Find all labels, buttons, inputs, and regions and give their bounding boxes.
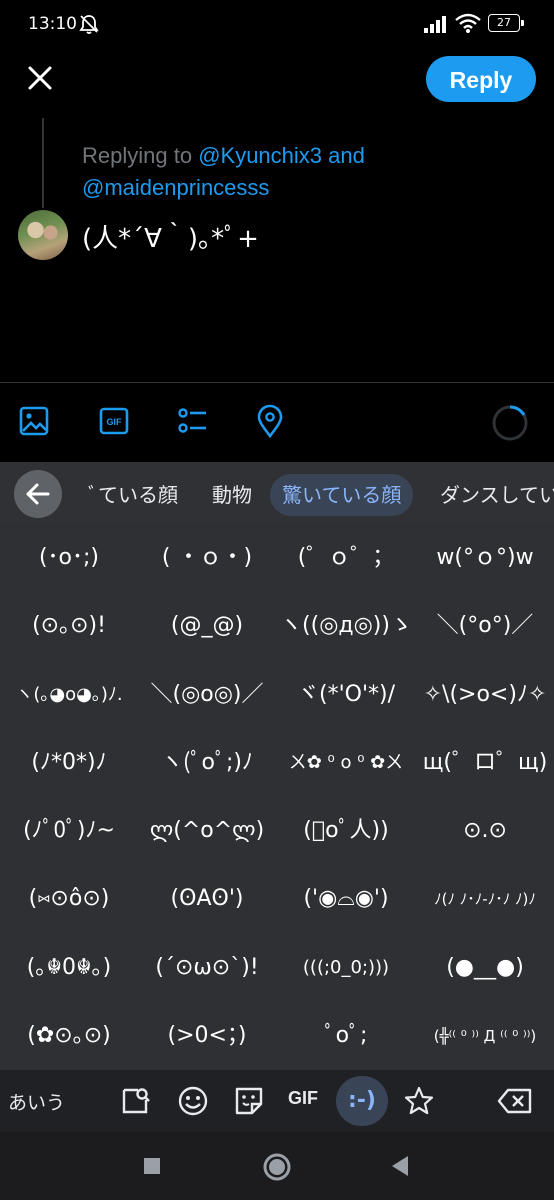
back-nav-icon[interactable] [390, 1154, 410, 1178]
kana-switch-key[interactable]: あいう [8, 1088, 65, 1115]
kaomoji-key[interactable]: (･o･;) [0, 524, 138, 592]
image-icon[interactable] [18, 404, 50, 438]
avatar [18, 210, 68, 260]
kaomoji-key[interactable]: (｡☬0☬｡) [0, 934, 138, 1002]
kaomoji-key[interactable]: (@_@) [138, 592, 276, 660]
kaomoji-key[interactable]: (ﾟoﾟ人)) [277, 797, 415, 865]
kaomoji-key[interactable]: w(°ｏ°)w [416, 524, 554, 592]
svg-text:GIF: GIF [107, 417, 123, 427]
category-tab[interactable]: 動物 [212, 474, 252, 516]
emoticon-key-active[interactable]: :-) [336, 1076, 388, 1126]
kaomoji-key[interactable]: ( ・ｏ・) [138, 524, 276, 592]
signal-icon [424, 16, 446, 33]
kaomoji-key[interactable]: ヽ(｡◕o◕｡)ﾉ. [0, 661, 138, 729]
mention-link[interactable]: @Kyunchix3 [198, 143, 322, 168]
kaomoji-key[interactable]: ヾ(*'O'*)/ [277, 661, 415, 729]
thread-line [42, 118, 44, 208]
home-icon[interactable] [262, 1152, 292, 1182]
mute-icon [79, 15, 99, 34]
category-tab[interactable]: ﾞている顔 [88, 474, 178, 516]
kaomoji-key[interactable]: ✧\(>o<)ﾉ✧ [416, 661, 554, 729]
kaomoji-key[interactable]: ＼(°o°)／ [416, 592, 554, 660]
kaomoji-key[interactable]: ﾟoﾟ; [277, 1002, 415, 1070]
emoji-icon[interactable] [176, 1084, 210, 1118]
kaomoji-key[interactable]: (╬⁽⁽ ⁰ ⁾⁾ Д ⁽⁽ ⁰ ⁾⁾) [416, 1002, 554, 1070]
character-count-ring [492, 405, 528, 441]
battery-icon: 27 [488, 14, 524, 32]
mention-link[interactable]: @maidenprincesss [82, 175, 269, 200]
kaomoji-key[interactable]: (●__●) [416, 934, 554, 1002]
arrow-left-icon [26, 483, 50, 505]
kaomoji-key[interactable]: ('◉⌓◉') [277, 865, 415, 933]
sticker-search-icon[interactable] [118, 1084, 152, 1118]
star-icon[interactable] [402, 1084, 436, 1118]
kaomoji-key[interactable]: ლ(^o^ლ) [138, 797, 276, 865]
backspace-icon[interactable] [496, 1084, 534, 1118]
status-bar: 13:10 27 [0, 0, 554, 50]
kaomoji-key[interactable]: (ﾉ*0*)ﾉ [0, 729, 138, 797]
kaomoji-key[interactable]: (ʘAʘ') [138, 865, 276, 933]
category-tab[interactable]: ダンスしてい [440, 474, 554, 516]
kaomoji-key[interactable]: (>0<；) [138, 1002, 276, 1070]
kaomoji-key[interactable]: ヽ(ﾟoﾟ;)ﾉ [138, 729, 276, 797]
kaomoji-key[interactable]: ＼(◎o◎)／ [138, 661, 276, 729]
gif-icon[interactable]: GIF [98, 404, 130, 438]
kaomoji-key[interactable]: (⊙｡⊙)! [0, 592, 138, 660]
status-time: 13:10 [28, 14, 77, 34]
wifi-icon [455, 13, 481, 33]
close-icon[interactable] [22, 60, 58, 96]
kaomoji-key[interactable]: ヽ((◎д◎))ゝ [277, 592, 415, 660]
keyboard-bottom-bar [0, 1070, 554, 1132]
kaomoji-key[interactable]: ㄨ✿ ⁰ o ⁰ ✿ㄨ [277, 729, 415, 797]
category-tab-active[interactable]: 驚いている顔 [270, 474, 414, 516]
sticker-icon[interactable] [232, 1084, 266, 1118]
kaomoji-key[interactable]: (⑅⊙ô⊙) [0, 865, 138, 933]
kaomoji-key[interactable]: (ﾉﾟ0ﾟ)ﾉ~ [0, 797, 138, 865]
gif-key[interactable]: GIF [288, 1088, 318, 1109]
location-icon[interactable] [254, 404, 286, 438]
back-button[interactable] [14, 470, 62, 518]
conjunction-text: and [322, 143, 365, 168]
divider [0, 382, 554, 383]
kaomoji-key[interactable]: ﾉ(ﾉ ﾉ･ﾉ-ﾉ･ﾉ ﾉ)ﾉ [416, 865, 554, 933]
recents-icon[interactable] [142, 1156, 162, 1176]
poll-icon[interactable] [176, 404, 208, 438]
replying-prefix: Replying to [82, 143, 199, 168]
replying-to: Replying to @Kyunchix3 and @maidenprince… [82, 140, 522, 204]
kaomoji-key[interactable]: (´⊙ω⊙`)! [138, 934, 276, 1002]
kaomoji-key[interactable]: (゜ｏ゜； [277, 524, 415, 592]
tweet-text-input[interactable]: (人*´∀｀)｡*ﾟ+ [82, 218, 259, 255]
kaomoji-key[interactable]: (✿⊙｡⊙) [0, 1002, 138, 1070]
kaomoji-key[interactable]: ⊙.⊙ [416, 797, 554, 865]
kaomoji-key[interactable]: (((;0_0;))) [277, 934, 415, 1002]
reply-button[interactable]: Reply [426, 56, 536, 102]
kaomoji-key[interactable]: щ(゜ロ゜щ) [416, 729, 554, 797]
